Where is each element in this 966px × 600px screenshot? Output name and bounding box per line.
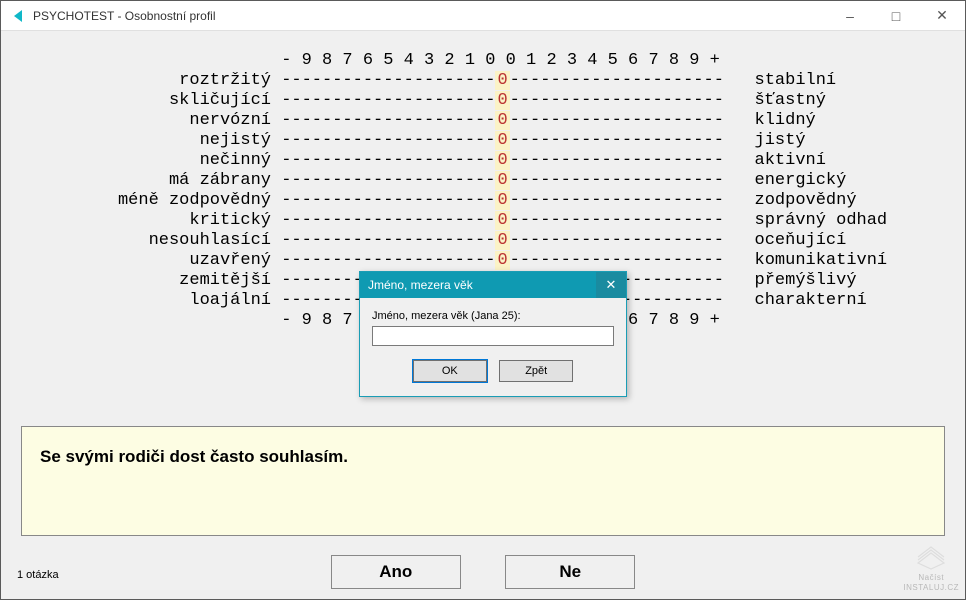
watermark: Načíst INSTALUJ.CZ — [903, 543, 959, 593]
trait-right-label: charakterní — [755, 291, 867, 310]
name-age-input[interactable] — [372, 326, 614, 346]
app-icon — [9, 7, 27, 25]
dialog-title: Jméno, mezera věk — [368, 278, 596, 292]
trait-dashes-right: --------------------- — [510, 131, 724, 150]
trait-value: 0 — [495, 231, 509, 250]
minimize-button[interactable]: – — [827, 1, 873, 31]
trait-left-label: zemitější — [61, 271, 271, 291]
profile-row: má zábrany ---------------------0-------… — [1, 171, 965, 191]
no-button[interactable]: Ne — [505, 555, 635, 589]
question-panel: Se svými rodiči dost často souhlasím. — [21, 426, 945, 536]
content-area: - 9 8 7 6 5 4 3 2 1 0 0 1 2 3 4 5 6 7 8 … — [1, 31, 965, 599]
trait-left-label: nejistý — [61, 131, 271, 151]
profile-row: méně zodpovědný ---------------------0--… — [1, 191, 965, 211]
trait-left-label: uzavřený — [61, 251, 271, 271]
trait-dashes-right: --------------------- — [510, 111, 724, 130]
profile-row: nervózní ---------------------0---------… — [1, 111, 965, 131]
answer-buttons: Ano Ne — [1, 555, 965, 589]
trait-left-label: roztržitý — [61, 71, 271, 91]
trait-dashes-left: --------------------- — [281, 211, 495, 230]
trait-dashes-left: --------------------- — [281, 71, 495, 90]
trait-left-label: kritický — [61, 211, 271, 231]
trait-right-label: jistý — [755, 131, 806, 150]
trait-right-label: oceňující — [755, 231, 847, 250]
trait-right-label: komunikativní — [755, 251, 888, 270]
dialog-body: Jméno, mezera věk (Jana 25): OK Zpět — [360, 298, 626, 396]
yes-button[interactable]: Ano — [331, 555, 461, 589]
trait-right-label: klidný — [755, 111, 816, 130]
trait-value: 0 — [495, 211, 509, 230]
trait-value: 0 — [495, 251, 509, 270]
trait-right-label: šťastný — [755, 91, 826, 110]
trait-value: 0 — [495, 171, 509, 190]
trait-dashes-left: --------------------- — [281, 231, 495, 250]
trait-dashes-right: --------------------- — [510, 91, 724, 110]
question-text: Se svými rodiči dost často souhlasím. — [40, 447, 926, 467]
trait-dashes-right: --------------------- — [510, 71, 724, 90]
trait-dashes-right: --------------------- — [510, 251, 724, 270]
titlebar: PSYCHOTEST - Osobnostní profil – □ ✕ — [1, 1, 965, 31]
trait-dashes-left: --------------------- — [281, 171, 495, 190]
trait-dashes-right: --------------------- — [510, 191, 724, 210]
main-window: PSYCHOTEST - Osobnostní profil – □ ✕ - 9… — [0, 0, 966, 600]
trait-right-label: stabilní — [755, 71, 837, 90]
trait-left-label: má zábrany — [61, 171, 271, 191]
trait-right-label: energický — [755, 171, 847, 190]
trait-left-label: nervózní — [61, 111, 271, 131]
window-title: PSYCHOTEST - Osobnostní profil — [33, 9, 827, 23]
trait-dashes-left: --------------------- — [281, 131, 495, 150]
trait-dashes-right: --------------------- — [510, 151, 724, 170]
trait-value: 0 — [495, 191, 509, 210]
name-age-dialog: Jméno, mezera věk ✕ Jméno, mezera věk (J… — [359, 271, 627, 397]
scale-header: - 9 8 7 6 5 4 3 2 1 0 0 1 2 3 4 5 6 7 8 … — [1, 51, 965, 71]
trait-value: 0 — [495, 131, 509, 150]
trait-left-label: nečinný — [61, 151, 271, 171]
profile-row: uzavřený ---------------------0---------… — [1, 251, 965, 271]
close-button[interactable]: ✕ — [919, 1, 965, 31]
trait-right-label: zodpovědný — [755, 191, 857, 210]
dialog-titlebar[interactable]: Jméno, mezera věk ✕ — [360, 272, 626, 298]
trait-dashes-left: --------------------- — [281, 251, 495, 270]
trait-right-label: aktivní — [755, 151, 826, 170]
trait-value: 0 — [495, 71, 509, 90]
trait-dashes-right: --------------------- — [510, 171, 724, 190]
dialog-buttons: OK Zpět — [372, 360, 614, 382]
trait-left-label: nesouhlasící — [61, 231, 271, 251]
trait-left-label: méně zodpovědný — [61, 191, 271, 211]
trait-dashes-left: --------------------- — [281, 111, 495, 130]
trait-right-label: správný odhad — [755, 211, 888, 230]
profile-row: nesouhlasící ---------------------0-----… — [1, 231, 965, 251]
bottom-bar: 1 otázka Ano Ne — [1, 539, 965, 599]
trait-value: 0 — [495, 91, 509, 110]
profile-row: skličující ---------------------0-------… — [1, 91, 965, 111]
trait-right-label: přemýšlivý — [755, 271, 857, 290]
trait-value: 0 — [495, 151, 509, 170]
dialog-label: Jméno, mezera věk (Jana 25): — [372, 310, 614, 322]
trait-left-label: skličující — [61, 91, 271, 111]
window-buttons: – □ ✕ — [827, 1, 965, 31]
trait-dashes-left: --------------------- — [281, 151, 495, 170]
profile-row: roztržitý ---------------------0--------… — [1, 71, 965, 91]
profile-row: kritický ---------------------0---------… — [1, 211, 965, 231]
trait-dashes-right: --------------------- — [510, 231, 724, 250]
dialog-close-button[interactable]: ✕ — [596, 272, 626, 298]
trait-dashes-left: --------------------- — [281, 91, 495, 110]
profile-row: nečinný ---------------------0----------… — [1, 151, 965, 171]
trait-left-label: loajální — [61, 291, 271, 311]
dialog-back-button[interactable]: Zpět — [499, 360, 573, 382]
trait-value: 0 — [495, 111, 509, 130]
profile-row: nejistý ---------------------0----------… — [1, 131, 965, 151]
dialog-ok-button[interactable]: OK — [413, 360, 487, 382]
trait-dashes-right: --------------------- — [510, 211, 724, 230]
maximize-button[interactable]: □ — [873, 1, 919, 31]
trait-dashes-left: --------------------- — [281, 191, 495, 210]
